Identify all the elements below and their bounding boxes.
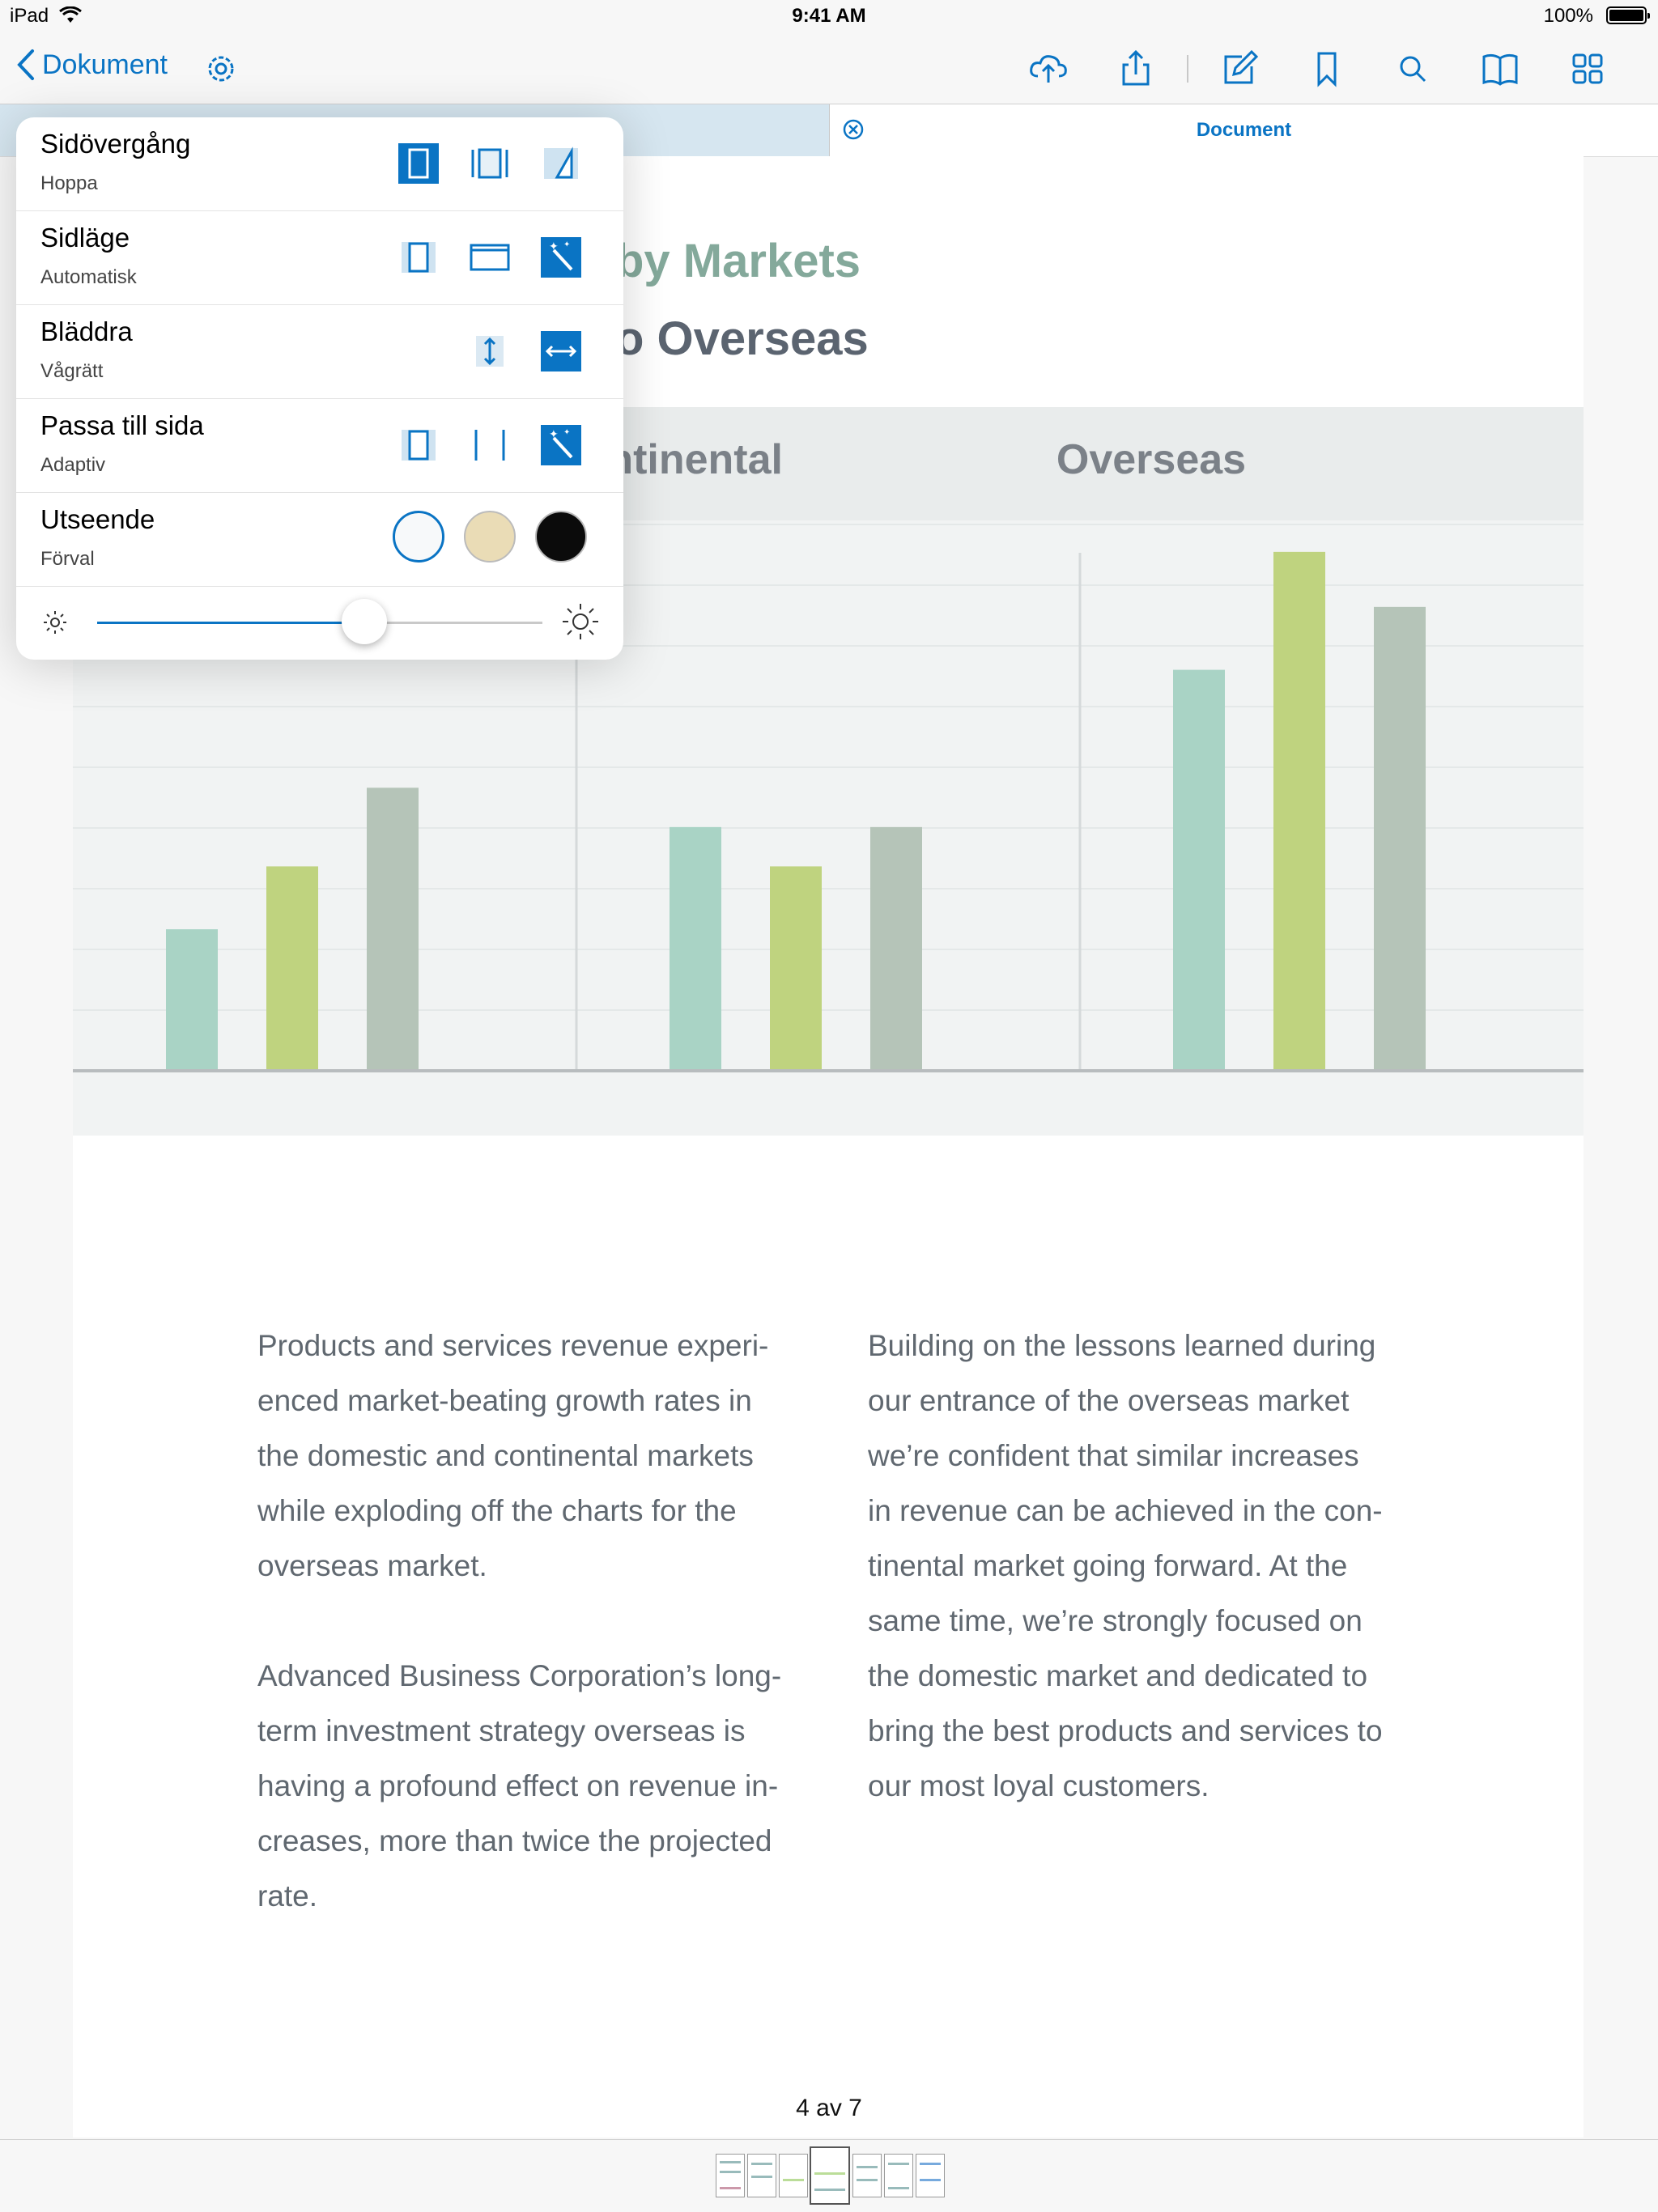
page-thumbnail[interactable] — [852, 2154, 882, 2197]
fit-adaptive-magic-wand-icon[interactable]: ✦ ✦ — [539, 423, 583, 467]
layout-single-page-option-icon[interactable] — [397, 236, 440, 279]
view-settings-popover: Sidövergång Hoppa Sidläge Automatisk ✦ ✦ … — [16, 117, 623, 660]
svg-text:✦: ✦ — [563, 240, 570, 249]
appearance-sepia-swatch[interactable] — [464, 511, 516, 563]
chart-bar — [1374, 606, 1426, 1071]
back-label: Dokument — [42, 49, 168, 80]
chart-bar — [367, 788, 419, 1071]
setting-label: Sidövergång — [40, 129, 191, 159]
column-heading-overseas: Overseas — [1056, 436, 1247, 483]
setting-label: Utseende — [40, 504, 155, 534]
svg-text:✦: ✦ — [563, 428, 570, 437]
chart-bar — [166, 929, 218, 1071]
tab-document[interactable]: Document — [830, 104, 1658, 156]
appearance-night-swatch[interactable] — [535, 511, 587, 563]
bookmark-icon[interactable] — [1305, 47, 1349, 91]
setting-value: Adaptiv — [40, 454, 106, 476]
settings-gear-icon[interactable] — [199, 47, 243, 91]
cloud-upload-icon[interactable] — [1027, 47, 1070, 91]
tab-title: Document — [1196, 119, 1292, 141]
appearance-default-swatch[interactable] — [393, 511, 444, 563]
brightness-high-icon — [563, 604, 598, 639]
annotate-edit-icon[interactable] — [1218, 47, 1261, 91]
svg-text:✦: ✦ — [549, 240, 559, 253]
svg-text:✦: ✦ — [549, 427, 559, 440]
fit-width-option-icon[interactable] — [468, 423, 512, 467]
setting-value: Hoppa — [40, 172, 98, 194]
scroll-vertical-option-icon[interactable] — [468, 329, 512, 373]
setting-page-transition: Sidövergång Hoppa — [16, 117, 623, 211]
setting-label: Passa till sida — [40, 410, 204, 440]
brightness-low-icon — [44, 611, 66, 634]
battery-percent: 100% — [1543, 5, 1593, 27]
book-outline-icon[interactable] — [1478, 47, 1522, 91]
page-thumbnail[interactable] — [779, 2154, 808, 2197]
share-icon[interactable] — [1114, 47, 1158, 91]
page-thumbnail[interactable] — [747, 2154, 776, 2197]
paragraph-investment-strategy: Advanced Business Corporation’s long- te… — [257, 1659, 782, 1913]
fit-page-option-icon[interactable] — [397, 423, 440, 467]
brightness-slider-fill — [97, 622, 364, 624]
chart-bar — [1273, 551, 1325, 1071]
thumbnail-strip[interactable] — [0, 2139, 1658, 2212]
clock: 9:41 AM — [792, 5, 866, 27]
setting-value: Vågrätt — [40, 360, 104, 382]
setting-page-layout: Sidläge Automatisk ✦ ✦ — [16, 211, 623, 305]
chart-bar — [266, 866, 318, 1071]
setting-label: Sidläge — [40, 223, 130, 253]
status-bar: iPad 9:41 AM 100% — [0, 0, 1658, 32]
paragraph-lessons-learned: Building on the lessons learned during o… — [868, 1329, 1383, 1802]
navigation-bar: Dokument — [0, 32, 1658, 104]
setting-label: Bläddra — [40, 316, 133, 346]
search-icon[interactable] — [1391, 47, 1435, 91]
scroll-horizontal-option-icon[interactable] — [539, 329, 583, 373]
layout-double-page-option-icon[interactable] — [468, 236, 512, 279]
page-thumbnail[interactable] — [884, 2154, 913, 2197]
brightness-slider-thumb[interactable] — [342, 599, 387, 644]
page-indicator: 4 av 7 — [796, 2095, 862, 2121]
transition-jump-option-icon[interactable] — [397, 142, 440, 185]
chart-bar — [670, 826, 721, 1071]
setting-appearance: Utseende Förval — [16, 493, 623, 587]
toolbar-separator — [1187, 55, 1188, 83]
battery-icon — [1606, 6, 1650, 24]
setting-value: Förval — [40, 548, 95, 570]
setting-scroll-direction: Bläddra Vågrätt — [16, 305, 623, 399]
setting-value: Automatisk — [40, 266, 137, 288]
page-title-line1: by Markets — [615, 235, 861, 287]
setting-fit-to-page: Passa till sida Adaptiv ✦ ✦ — [16, 399, 623, 493]
chart-bar — [870, 826, 922, 1071]
back-button[interactable]: Dokument — [16, 49, 168, 81]
chart-bar — [1173, 669, 1225, 1071]
page-thumbnail[interactable] — [716, 2154, 745, 2197]
page-thumbnail-current[interactable] — [810, 2146, 850, 2205]
chevron-left-icon — [17, 49, 34, 80]
transition-curl-option-icon[interactable] — [539, 142, 583, 185]
grid-thumbnails-icon[interactable] — [1566, 47, 1609, 91]
page-title-line2: o Overseas — [615, 312, 869, 365]
chart-bar — [770, 866, 822, 1071]
paragraph-domestic-growth: Products and services revenue experi- en… — [257, 1329, 769, 1582]
transition-slide-option-icon[interactable] — [468, 142, 512, 185]
layout-automatic-magic-wand-icon[interactable]: ✦ ✦ — [539, 236, 583, 279]
page-thumbnail[interactable] — [916, 2154, 945, 2197]
